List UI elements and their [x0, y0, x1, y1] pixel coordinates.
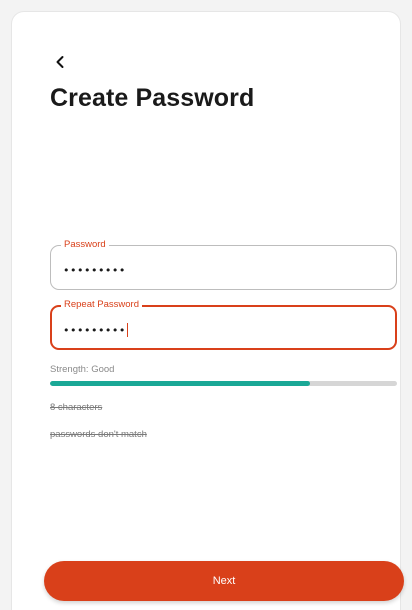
strength-meter-fill [50, 381, 311, 386]
create-password-screen: Create Password Password ••••••••• Repea… [12, 12, 404, 610]
next-button[interactable]: Next [44, 561, 404, 601]
rule-match: passwords don't match [50, 429, 147, 440]
chevron-left-icon [56, 56, 64, 68]
password-value: ••••••••• [63, 263, 126, 277]
text-caret [126, 323, 128, 337]
password-field[interactable]: Password ••••••••• [50, 239, 397, 290]
repeat-password-value: ••••••••• [63, 323, 126, 337]
repeat-password-field[interactable]: Repeat Password ••••••••• [50, 299, 397, 350]
repeat-password-field-label: Repeat Password [61, 299, 142, 311]
strength-label: Strength: Good [50, 364, 115, 375]
repeat-password-input[interactable]: ••••••••• [63, 322, 363, 338]
rule-length: 8 characters [50, 402, 103, 413]
password-input[interactable]: ••••••••• [63, 262, 363, 278]
back-button[interactable] [50, 52, 70, 72]
password-field-label: Password [61, 239, 109, 251]
strength-meter [50, 381, 397, 386]
page-title: Create Password [50, 84, 255, 112]
